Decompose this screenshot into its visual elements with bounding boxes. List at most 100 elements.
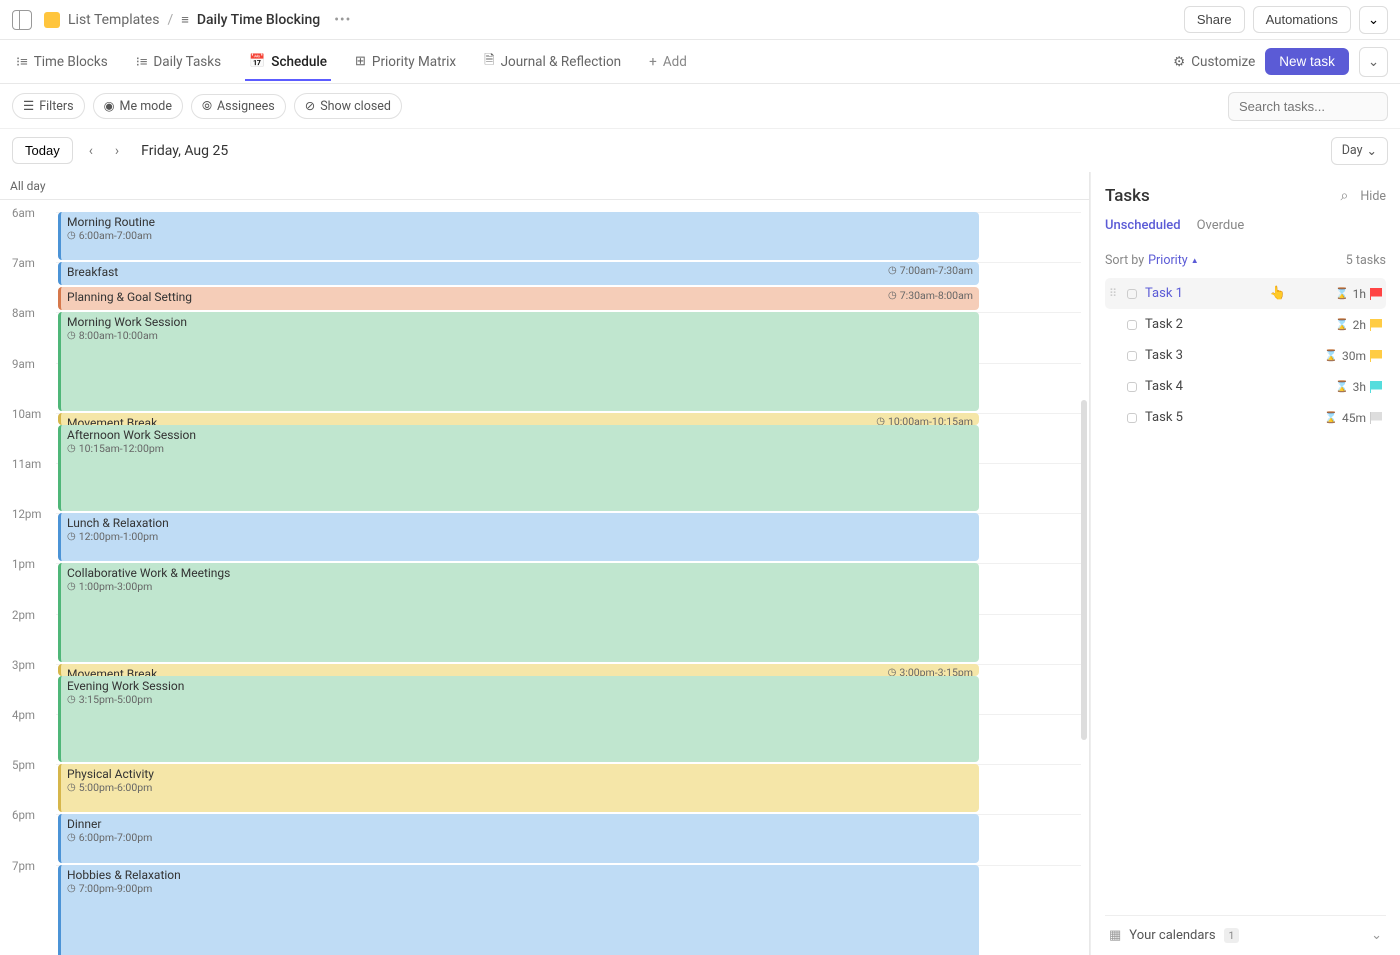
event-title: Movement Break <box>67 416 973 425</box>
hourglass-icon: ⌛ <box>1335 287 1349 300</box>
event-title: Breakfast <box>67 265 973 279</box>
task-item[interactable]: ⠿Task 2⌛2h <box>1105 309 1386 340</box>
event-time: 1:00pm-3:00pm <box>67 580 973 593</box>
calendar-event[interactable]: Evening Work Session3:15pm-5:00pm <box>58 676 979 762</box>
folder-icon <box>44 12 60 28</box>
event-time: 3:15pm-5:00pm <box>67 693 973 706</box>
task-duration: 3h <box>1353 380 1366 394</box>
priority-flag-icon[interactable] <box>1370 381 1382 393</box>
tab-time-blocks[interactable]: ⁝≡Time Blocks <box>12 44 112 80</box>
task-item[interactable]: ⠿Task 3⌛30m <box>1105 340 1386 371</box>
automations-button[interactable]: Automations <box>1253 6 1351 33</box>
tasks-tabs: Unscheduled Overdue <box>1105 218 1386 239</box>
calendar-column: All day 6am7am8am9am10am11am12pm1pm2pm3p… <box>0 172 1090 955</box>
me-mode-label: Me mode <box>120 99 172 114</box>
calendar-event[interactable]: Morning Work Session8:00am-10:00am <box>58 312 979 410</box>
priority-flag-icon[interactable] <box>1370 412 1382 424</box>
search-input[interactable] <box>1228 92 1388 121</box>
list-tree-icon: ⁝≡ <box>136 54 148 70</box>
tab-journal[interactable]: 🗎Journal & Reflection <box>480 41 625 83</box>
task-meta: ⌛ 3h <box>1335 380 1382 394</box>
tab-add-label: Add <box>663 54 687 70</box>
calendar-event[interactable]: Planning & Goal Setting7:30am-8:00am <box>58 287 979 310</box>
header-actions: Share Automations ⌄ <box>1184 6 1388 34</box>
task-status-checkbox[interactable] <box>1127 289 1137 299</box>
filters-button[interactable]: ☰Filters <box>12 93 85 119</box>
event-time: 5:00pm-6:00pm <box>67 781 973 794</box>
event-title: Movement Break <box>67 667 973 676</box>
hourglass-icon: ⌛ <box>1324 411 1338 424</box>
tab-priority-matrix[interactable]: ⊞Priority Matrix <box>351 44 460 80</box>
breadcrumb-root[interactable]: List Templates <box>68 12 159 28</box>
share-button[interactable]: Share <box>1184 6 1245 33</box>
sort-caret-icon[interactable]: ▲ <box>1191 256 1199 265</box>
task-status-checkbox[interactable] <box>1127 382 1137 392</box>
more-icon[interactable]: ••• <box>334 12 351 28</box>
view-range-selector[interactable]: Day⌄ <box>1331 137 1388 165</box>
time-label: 8am <box>12 306 35 320</box>
prev-day-button[interactable]: ‹ <box>83 139 99 163</box>
time-label: 2pm <box>12 608 35 622</box>
me-mode-button[interactable]: ◉Me mode <box>93 93 183 119</box>
task-item[interactable]: ⠿Task 5⌛45m <box>1105 402 1386 433</box>
task-name: Task 3 <box>1145 348 1183 363</box>
assignees-button[interactable]: ⦾Assignees <box>191 94 286 119</box>
calendar-event[interactable]: Movement Break3:00pm-3:15pm <box>58 664 979 676</box>
calendar-event[interactable]: Morning Routine6:00am-7:00am <box>58 212 979 260</box>
task-status-checkbox[interactable] <box>1127 351 1137 361</box>
settings-icon: ⚙ <box>1173 54 1185 70</box>
task-item[interactable]: ⠿Task 1👆⌛1h <box>1105 278 1386 309</box>
priority-flag-icon[interactable] <box>1370 288 1382 300</box>
people-icon: ⦾ <box>202 99 212 114</box>
event-title: Dinner <box>67 817 973 831</box>
task-item[interactable]: ⠿Task 4⌛3h <box>1105 371 1386 402</box>
calendar-event[interactable]: Hobbies & Relaxation7:00pm-9:00pm <box>58 865 979 955</box>
all-day-row: All day <box>0 172 1089 200</box>
check-circle-icon: ⊘ <box>305 98 315 114</box>
event-time: 12:00pm-1:00pm <box>67 530 973 543</box>
task-duration: 2h <box>1353 318 1366 332</box>
automations-caret-button[interactable]: ⌄ <box>1359 6 1388 34</box>
breadcrumb-current[interactable]: Daily Time Blocking <box>197 12 320 28</box>
sort-value[interactable]: Priority <box>1148 253 1188 268</box>
tasks-tab-unscheduled[interactable]: Unscheduled <box>1105 218 1181 239</box>
sort-label: Sort by <box>1105 253 1144 268</box>
time-grid[interactable]: 6am7am8am9am10am11am12pm1pm2pm3pm4pm5pm6… <box>0 200 1089 955</box>
calendar-event[interactable]: Movement Break10:00am-10:15am <box>58 413 979 425</box>
next-day-button[interactable]: › <box>109 139 125 163</box>
task-name: Task 1 <box>1145 286 1183 301</box>
task-status-checkbox[interactable] <box>1127 413 1137 423</box>
priority-flag-icon[interactable] <box>1370 350 1382 362</box>
today-button[interactable]: Today <box>12 137 73 164</box>
new-task-button[interactable]: New task <box>1265 48 1349 75</box>
calendar-event[interactable]: Collaborative Work & Meetings1:00pm-3:00… <box>58 563 979 661</box>
tab-daily-tasks[interactable]: ⁝≡Daily Tasks <box>132 44 225 80</box>
hide-panel-button[interactable]: Hide <box>1360 189 1386 204</box>
time-label: 5pm <box>12 758 35 772</box>
list-tree-icon: ⁝≡ <box>16 54 28 70</box>
tab-add[interactable]: +Add <box>645 44 691 80</box>
customize-button[interactable]: ⚙Customize <box>1173 54 1255 70</box>
tab-schedule[interactable]: 📅Schedule <box>245 44 331 81</box>
search-icon[interactable]: ⌕ <box>1341 188 1349 204</box>
event-time: 3:00pm-3:15pm <box>888 666 973 676</box>
event-title: Morning Work Session <box>67 315 973 329</box>
priority-flag-icon[interactable] <box>1370 319 1382 331</box>
your-calendars-toggle[interactable]: ▦ Your calendars 1 ⌄ <box>1105 915 1386 955</box>
calendar-event[interactable]: Dinner6:00pm-7:00pm <box>58 814 979 862</box>
calendar-event[interactable]: Physical Activity5:00pm-6:00pm <box>58 764 979 812</box>
sidebar-toggle-icon[interactable] <box>12 10 32 30</box>
new-task-caret-button[interactable]: ⌄ <box>1359 47 1388 77</box>
drag-handle-icon[interactable]: ⠿ <box>1109 287 1119 300</box>
task-duration: 30m <box>1342 349 1366 363</box>
task-name: Task 5 <box>1145 410 1183 425</box>
calendar-event[interactable]: Breakfast7:00am-7:30am <box>58 262 979 285</box>
calendar-event[interactable]: Lunch & Relaxation12:00pm-1:00pm <box>58 513 979 561</box>
task-duration: 1h <box>1353 287 1366 301</box>
scrollbar[interactable] <box>1081 400 1087 740</box>
calendar-event[interactable]: Afternoon Work Session10:15am-12:00pm <box>58 425 979 511</box>
tasks-tab-overdue[interactable]: Overdue <box>1197 218 1245 239</box>
hourglass-icon: ⌛ <box>1335 380 1349 393</box>
task-status-checkbox[interactable] <box>1127 320 1137 330</box>
show-closed-button[interactable]: ⊘Show closed <box>294 93 402 119</box>
